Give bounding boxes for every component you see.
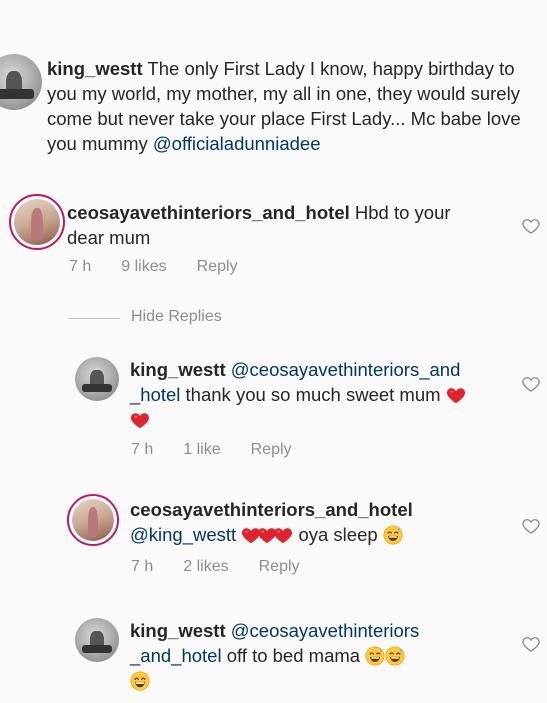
divider xyxy=(68,318,120,319)
grinning-sweat-emoji xyxy=(385,646,405,666)
grinning-sweat-emoji xyxy=(383,525,403,545)
comment-username[interactable]: ceosayavethinteriors_and_hotel xyxy=(67,202,350,223)
reply-body: off to bed mama xyxy=(226,645,361,666)
timestamp: 7 h xyxy=(131,441,154,458)
red-heart-emoji xyxy=(446,386,466,404)
comment-text: king_westt The only First Lady I know, h… xyxy=(47,56,539,156)
reply-button[interactable]: Reply xyxy=(259,558,300,576)
comment-text: ceosayavethinteriors_and_hotel Hbd to yo… xyxy=(67,200,487,250)
comment-meta: 7 h 9 likes Reply xyxy=(69,258,238,276)
likes-count[interactable]: 9 likes xyxy=(121,258,166,276)
mention-link[interactable]: _hotel xyxy=(130,384,180,405)
red-heart-emoji xyxy=(130,411,150,429)
timestamp: 7 h xyxy=(131,558,154,575)
avatar[interactable] xyxy=(75,357,119,401)
timestamp: 7 h xyxy=(69,258,92,275)
reply-text: king_westt @ceosayavethinteriors_and _ho… xyxy=(130,357,520,432)
reply-username[interactable]: king_westt xyxy=(130,620,226,641)
mention-link[interactable]: @officialadunniadee xyxy=(153,133,321,154)
mention-link[interactable]: @king_westt xyxy=(130,524,236,545)
reply-meta: 7 h 1 like Reply xyxy=(131,441,292,459)
likes-count[interactable]: 2 likes xyxy=(183,558,228,576)
like-heart-icon[interactable] xyxy=(521,634,541,654)
reply-body: thank you so much sweet mum xyxy=(185,384,441,405)
reply-body: oya sleep xyxy=(298,524,378,545)
avatar[interactable] xyxy=(0,54,42,110)
avatar[interactable] xyxy=(75,618,119,662)
like-heart-icon[interactable] xyxy=(521,516,541,536)
reply-text: king_westt @ceosayavethinteriors _and_ho… xyxy=(130,618,520,693)
beaming-face-emoji xyxy=(130,671,150,691)
mention-link[interactable]: @ceosayavethinteriors xyxy=(231,620,419,641)
grinning-sweat-emoji xyxy=(365,646,385,666)
red-heart-emoji xyxy=(273,526,293,544)
like-heart-icon[interactable] xyxy=(521,374,541,394)
mention-link[interactable]: @ceosayavethinteriors_and xyxy=(231,359,461,380)
likes-count[interactable]: 1 like xyxy=(183,441,220,459)
reply-button[interactable]: Reply xyxy=(197,258,238,276)
comment-username[interactable]: king_westt xyxy=(47,58,143,79)
reply-username[interactable]: king_westt xyxy=(130,359,226,380)
mention-link[interactable]: _and_hotel xyxy=(130,645,222,666)
reply-username[interactable]: ceosayavethinteriors_and_hotel xyxy=(130,499,413,520)
reply-meta: 7 h 2 likes Reply xyxy=(131,558,300,576)
avatar[interactable] xyxy=(9,194,65,250)
like-heart-icon[interactable] xyxy=(521,216,541,236)
avatar[interactable] xyxy=(67,494,119,546)
hide-replies-button[interactable]: Hide Replies xyxy=(131,308,222,326)
reply-text: ceosayavethinteriors_and_hotel @king_wes… xyxy=(130,497,520,547)
reply-button[interactable]: Reply xyxy=(251,441,292,459)
